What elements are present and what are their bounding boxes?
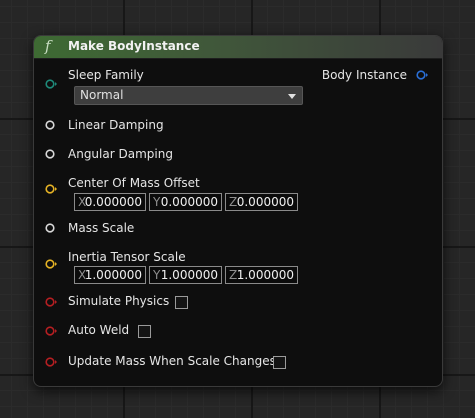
- update-mass-checkbox[interactable]: [273, 356, 286, 369]
- sleep-family-pin-icon[interactable]: [45, 79, 57, 89]
- node-title: Make BodyInstance: [68, 39, 200, 53]
- make-bodyinstance-node[interactable]: f Make BodyInstance Sleep Family Normal …: [33, 35, 443, 387]
- body-instance-label: Body Instance: [321, 68, 407, 82]
- center-of-mass-label: Center Of Mass Offset: [68, 176, 200, 190]
- center-of-mass-z-field[interactable]: Z 0.000000: [225, 193, 298, 211]
- simulate-physics-label: Simulate Physics: [68, 294, 170, 308]
- node-header[interactable]: f Make BodyInstance: [34, 36, 442, 59]
- center-of-mass-y-field[interactable]: Y 0.000000: [149, 193, 222, 211]
- inertia-tensor-pin-icon[interactable]: [45, 259, 57, 269]
- linear-damping-pin-icon[interactable]: [45, 120, 57, 130]
- sleep-family-value: Normal: [80, 88, 124, 102]
- function-icon: f: [45, 37, 51, 55]
- auto-weld-checkbox[interactable]: [138, 325, 151, 338]
- inertia-tensor-z-field[interactable]: Z 1.000000: [225, 266, 298, 284]
- simulate-physics-checkbox[interactable]: [175, 296, 188, 309]
- auto-weld-label: Auto Weld: [68, 323, 130, 337]
- simulate-physics-pin-icon[interactable]: [45, 297, 57, 307]
- mass-scale-label: Mass Scale: [68, 221, 135, 235]
- body-instance-pin-icon[interactable]: [416, 70, 428, 80]
- center-of-mass-pin-icon[interactable]: [45, 184, 57, 194]
- inertia-tensor-y-field[interactable]: Y 1.000000: [149, 266, 222, 284]
- mass-scale-pin-icon[interactable]: [45, 223, 57, 233]
- angular-damping-label: Angular Damping: [68, 147, 173, 161]
- sleep-family-dropdown[interactable]: Normal: [74, 86, 303, 105]
- inertia-tensor-x-field[interactable]: X 1.000000: [74, 266, 146, 284]
- update-mass-label: Update Mass When Scale Changes: [68, 354, 276, 368]
- center-of-mass-x-field[interactable]: X 0.000000: [74, 193, 146, 211]
- sleep-family-label: Sleep Family: [68, 68, 144, 82]
- chevron-down-icon: [288, 94, 296, 99]
- angular-damping-pin-icon[interactable]: [45, 149, 57, 159]
- linear-damping-label: Linear Damping: [68, 118, 164, 132]
- update-mass-pin-icon[interactable]: [45, 357, 57, 367]
- inertia-tensor-label: Inertia Tensor Scale: [68, 250, 186, 264]
- auto-weld-pin-icon[interactable]: [45, 326, 57, 336]
